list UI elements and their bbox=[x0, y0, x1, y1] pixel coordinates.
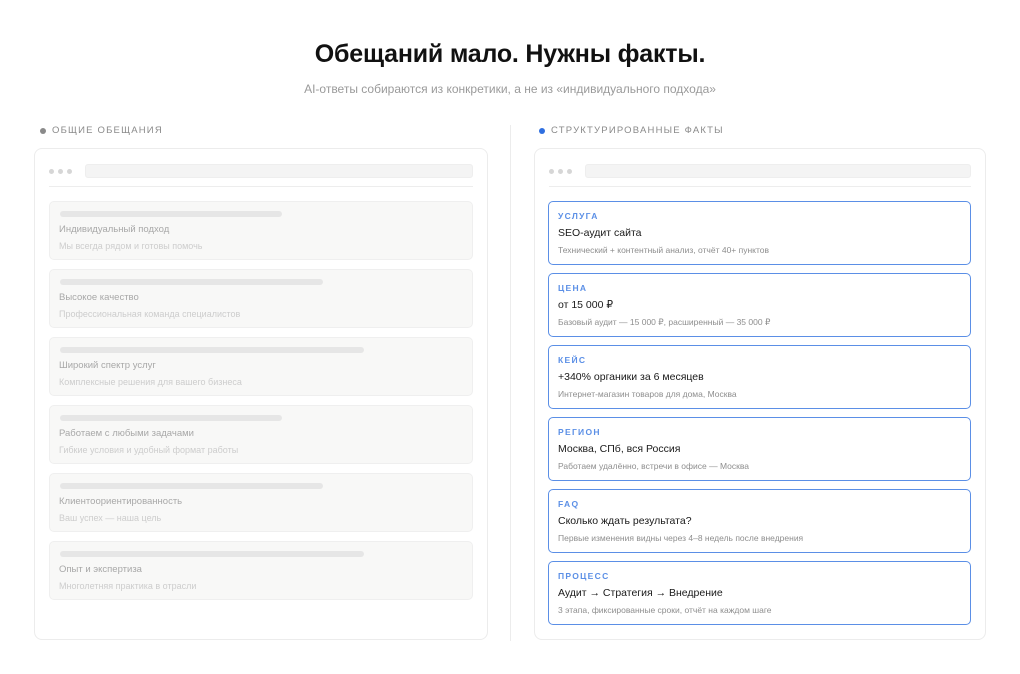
fact-title: +340% органики за 6 месяцев bbox=[558, 371, 704, 383]
promises-browser-mock: Индивидуальный подход Мы всегда рядом и … bbox=[34, 148, 488, 640]
page-title: Обещаний мало. Нужны факты. bbox=[314, 40, 706, 68]
right-column-label-text: СТРУКТУРИРОВАННЫЕ ФАКТЫ bbox=[551, 125, 724, 136]
window-controls bbox=[549, 168, 585, 174]
promise-card: Опыт и экспертиза Многолетняя практика в… bbox=[49, 541, 473, 600]
fact-title: SEO-аудит сайта bbox=[558, 227, 642, 239]
fact-title: Москва, СПб, вся Россия bbox=[558, 443, 681, 455]
promise-title: Высокое качество bbox=[59, 292, 139, 303]
left-column-label: ОБЩИЕ ОБЕЩАНИЯ bbox=[40, 125, 163, 136]
fact-desc: Работаем удалённо, встречи в офисе — Мос… bbox=[558, 461, 750, 471]
window-dot-icon bbox=[58, 168, 63, 174]
fact-tag: ПРОЦЕСС bbox=[558, 571, 610, 581]
fact-card-region: РЕГИОН Москва, СПб, вся Россия Работаем … bbox=[548, 417, 971, 481]
fact-tag: ЦЕНА bbox=[558, 283, 588, 293]
fact-title: от 15 000 ₽ bbox=[558, 299, 614, 311]
window-dot-icon bbox=[567, 168, 572, 174]
promise-title: Опыт и экспертиза bbox=[59, 564, 142, 575]
promise-card: Работаем с любыми задачами Гибкие услови… bbox=[49, 405, 473, 464]
promise-desc: Профессиональная команда специалистов bbox=[59, 309, 241, 319]
column-divider bbox=[510, 125, 511, 641]
address-bar bbox=[585, 164, 971, 178]
fact-desc: Первые изменения видны через 4–8 недель … bbox=[558, 533, 804, 543]
skeleton-line bbox=[60, 483, 323, 489]
skeleton-line bbox=[60, 551, 364, 557]
window-dot-icon bbox=[67, 168, 72, 174]
fact-card-price: ЦЕНА от 15 000 ₽ Базовый аудит — 15 000 … bbox=[548, 273, 971, 337]
skeleton-line bbox=[60, 211, 282, 217]
window-dot-icon bbox=[558, 168, 563, 174]
fact-desc: Базовый аудит — 15 000 ₽, расширенный — … bbox=[558, 317, 771, 327]
promise-title: Работаем с любыми задачами bbox=[59, 428, 194, 439]
fact-desc: Технический + контентный анализ, отчёт 4… bbox=[558, 245, 770, 255]
fact-tag: РЕГИОН bbox=[558, 427, 601, 437]
promise-title: Индивидуальный подход bbox=[59, 224, 170, 235]
blue-dot-icon bbox=[539, 127, 545, 134]
promise-title: Широкий спектр услуг bbox=[59, 360, 156, 371]
browser-bar bbox=[549, 163, 971, 179]
promise-desc: Ваш успех — наша цель bbox=[59, 513, 162, 523]
promise-desc: Комплексные решения для вашего бизнеса bbox=[59, 377, 242, 387]
promise-desc: Гибкие условия и удобный формат работы bbox=[59, 445, 239, 455]
left-column-label-text: ОБЩИЕ ОБЕЩАНИЯ bbox=[52, 125, 163, 136]
window-dot-icon bbox=[549, 168, 554, 174]
browser-bar-divider bbox=[549, 186, 971, 187]
promise-desc: Мы всегда рядом и готовы помочь bbox=[59, 241, 203, 251]
skeleton-line bbox=[60, 347, 364, 353]
fact-desc: 3 этапа, фиксированные сроки, отчёт на к… bbox=[558, 605, 772, 615]
fact-card-service: УСЛУГА SEO-аудит сайта Технический + кон… bbox=[548, 201, 971, 265]
fact-list: УСЛУГА SEO-аудит сайта Технический + кон… bbox=[548, 201, 971, 633]
page-subtitle: AI-ответы собираются из конкретики, а не… bbox=[304, 82, 716, 96]
fact-card-faq: FAQ Сколько ждать результата? Первые изм… bbox=[548, 489, 971, 553]
promise-desc: Многолетняя практика в отрасли bbox=[59, 581, 197, 591]
address-bar bbox=[85, 164, 473, 178]
right-column-label: СТРУКТУРИРОВАННЫЕ ФАКТЫ bbox=[539, 125, 724, 136]
fact-card-process: ПРОЦЕСС Аудит → Стратегия → Внедрение 3 … bbox=[548, 561, 971, 625]
fact-title: Сколько ждать результата? bbox=[558, 515, 692, 527]
fact-tag: FAQ bbox=[558, 499, 580, 509]
promise-card: Широкий спектр услуг Комплексные решения… bbox=[49, 337, 473, 396]
fact-tag: УСЛУГА bbox=[558, 211, 599, 221]
window-controls bbox=[49, 168, 85, 174]
gray-dot-icon bbox=[40, 127, 46, 134]
window-dot-icon bbox=[49, 168, 54, 174]
promise-card: Клиентоориентированность Ваш успех — наш… bbox=[49, 473, 473, 532]
promise-title: Клиентоориентированность bbox=[59, 496, 183, 507]
skeleton-line bbox=[60, 415, 282, 421]
browser-bar bbox=[49, 163, 473, 179]
promise-card: Высокое качество Профессиональная команд… bbox=[49, 269, 473, 328]
fact-title: Аудит → Стратегия → Внедрение bbox=[558, 587, 723, 599]
fact-desc: Интернет-магазин товаров для дома, Москв… bbox=[558, 389, 737, 399]
promise-card: Индивидуальный подход Мы всегда рядом и … bbox=[49, 201, 473, 260]
fact-tag: КЕЙС bbox=[558, 355, 587, 365]
skeleton-line bbox=[60, 279, 323, 285]
fact-card-case: КЕЙС +340% органики за 6 месяцев Интерне… bbox=[548, 345, 971, 409]
promise-list: Индивидуальный подход Мы всегда рядом и … bbox=[49, 201, 473, 609]
browser-bar-divider bbox=[49, 186, 473, 187]
facts-browser-mock: УСЛУГА SEO-аудит сайта Технический + кон… bbox=[534, 148, 986, 640]
